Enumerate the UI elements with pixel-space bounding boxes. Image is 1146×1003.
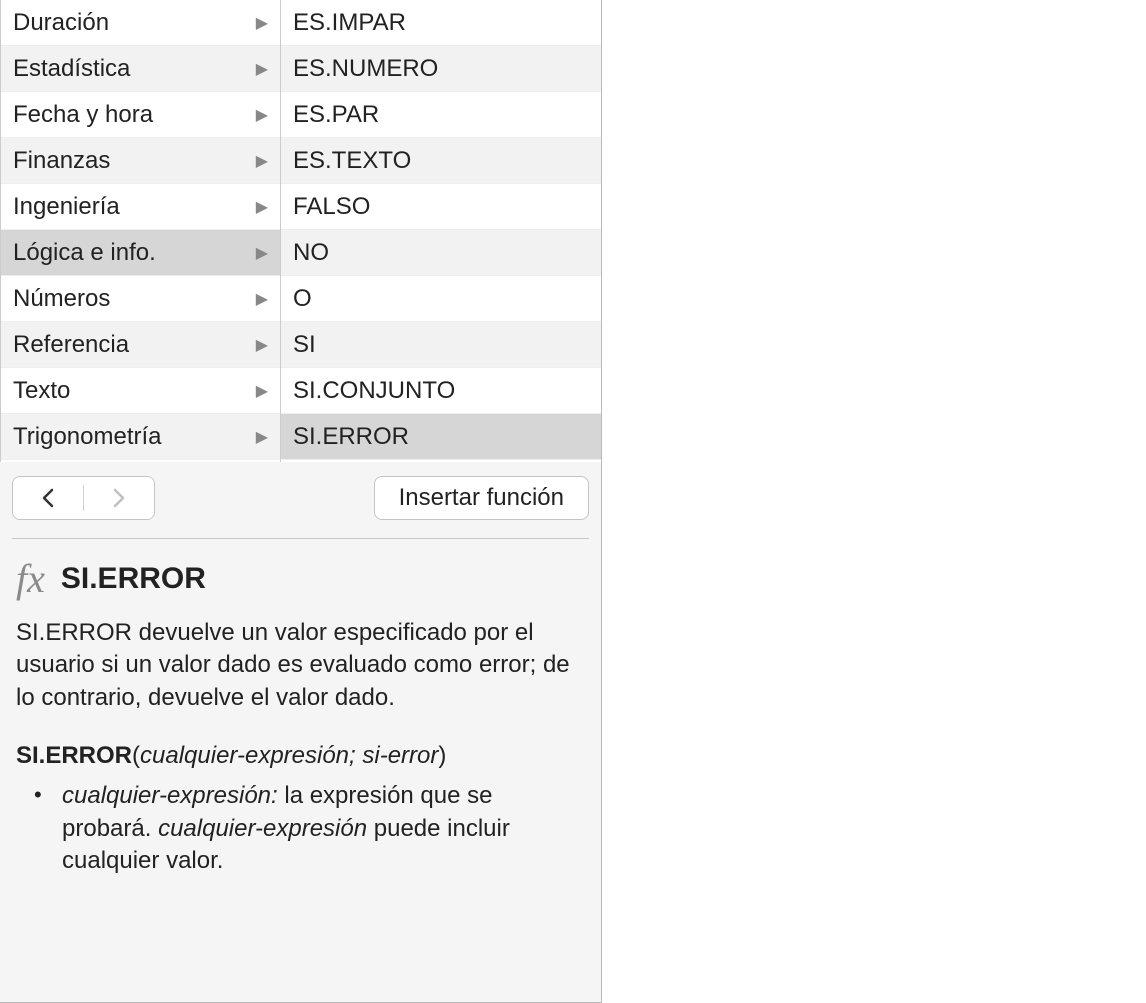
function-syntax: SI.ERROR(cualquier-expresión; si-error) xyxy=(16,742,585,770)
nav-back-button[interactable] xyxy=(13,477,83,519)
category-item-fecha[interactable]: Fecha y hora ▶ xyxy=(1,92,280,138)
chevron-right-icon: ▶ xyxy=(256,105,268,125)
category-item-duracion[interactable]: Duración ▶ xyxy=(1,0,280,46)
param-name: cualquier-expresión: xyxy=(62,782,278,809)
function-label: ES.IMPAR xyxy=(293,9,589,37)
category-item-logica[interactable]: Lógica e info. ▶ xyxy=(1,230,280,276)
category-item-trigonometria[interactable]: Trigonometría ▶ xyxy=(1,414,280,460)
help-pane: fx SI.ERROR SI.ERROR devuelve un valor e… xyxy=(0,539,601,1002)
category-label: Finanzas xyxy=(13,147,252,175)
insert-function-label: Insertar función xyxy=(399,484,564,512)
chevron-right-icon: ▶ xyxy=(256,243,268,263)
category-label: Duración xyxy=(13,9,252,37)
function-label: FALSO xyxy=(293,193,589,221)
function-item-falso[interactable]: FALSO xyxy=(281,184,601,230)
chevron-right-icon: ▶ xyxy=(256,151,268,171)
function-item-no[interactable]: NO xyxy=(281,230,601,276)
category-label: Ingeniería xyxy=(13,193,252,221)
lists-container: Duración ▶ Estadística ▶ Fecha y hora ▶ … xyxy=(0,0,601,462)
param-emph: cualquier-expresión xyxy=(158,815,367,842)
function-title: SI.ERROR xyxy=(61,562,206,596)
category-item-finanzas[interactable]: Finanzas ▶ xyxy=(1,138,280,184)
category-label: Lógica e info. xyxy=(13,239,252,267)
function-item-si[interactable]: SI xyxy=(281,322,601,368)
category-item-numeros[interactable]: Números ▶ xyxy=(1,276,280,322)
category-item-ingenieria[interactable]: Ingeniería ▶ xyxy=(1,184,280,230)
nav-forward-button[interactable] xyxy=(84,477,154,519)
fx-icon: fx xyxy=(16,559,45,599)
category-label: Texto xyxy=(13,377,252,405)
category-label: Números xyxy=(13,285,252,313)
category-label: Estadística xyxy=(13,55,252,83)
function-label: SI xyxy=(293,331,589,359)
chevron-right-icon: ▶ xyxy=(256,13,268,33)
nav-segmented-control xyxy=(12,476,155,520)
category-item-referencia[interactable]: Referencia ▶ xyxy=(1,322,280,368)
function-label: ES.PAR xyxy=(293,101,589,129)
function-label: O xyxy=(293,285,589,313)
param-list: cualquier-expresión: la expresión que se… xyxy=(16,780,585,877)
function-item-si-conjunto[interactable]: SI.CONJUNTO xyxy=(281,368,601,414)
syntax-name: SI.ERROR xyxy=(16,742,132,769)
category-label: Trigonometría xyxy=(13,423,252,451)
function-description: SI.ERROR devuelve un valor especificado … xyxy=(16,617,585,714)
controls-row: Insertar función xyxy=(0,462,601,534)
category-item-estadistica[interactable]: Estadística ▶ xyxy=(1,46,280,92)
function-label: ES.TEXTO xyxy=(293,147,589,175)
syntax-arg2: si-error xyxy=(362,742,438,769)
function-label: SI.ERROR xyxy=(293,423,589,451)
function-browser-panel: Duración ▶ Estadística ▶ Fecha y hora ▶ … xyxy=(0,0,602,1003)
insert-function-button[interactable]: Insertar función xyxy=(374,476,589,520)
function-item-si-error[interactable]: SI.ERROR xyxy=(281,414,601,460)
chevron-right-icon: ▶ xyxy=(256,289,268,309)
function-label: SI.CONJUNTO xyxy=(293,377,589,405)
help-header: fx SI.ERROR xyxy=(16,559,585,599)
chevron-right-icon: ▶ xyxy=(256,427,268,447)
category-item-texto[interactable]: Texto ▶ xyxy=(1,368,280,414)
function-item-es-numero[interactable]: ES.NUMERO xyxy=(281,46,601,92)
category-label: Referencia xyxy=(13,331,252,359)
chevron-left-icon xyxy=(41,488,55,508)
chevron-right-icon xyxy=(112,488,126,508)
function-item-o[interactable]: O xyxy=(281,276,601,322)
syntax-arg1: cualquier-expresión xyxy=(140,742,349,769)
function-item-es-texto[interactable]: ES.TEXTO xyxy=(281,138,601,184)
category-label: Fecha y hora xyxy=(13,101,252,129)
chevron-right-icon: ▶ xyxy=(256,197,268,217)
function-label: ES.NUMERO xyxy=(293,55,589,83)
chevron-right-icon: ▶ xyxy=(256,381,268,401)
function-item-es-par[interactable]: ES.PAR xyxy=(281,92,601,138)
function-item-es-impar[interactable]: ES.IMPAR xyxy=(281,0,601,46)
chevron-right-icon: ▶ xyxy=(256,335,268,355)
param-item: cualquier-expresión: la expresión que se… xyxy=(44,780,585,877)
chevron-right-icon: ▶ xyxy=(256,59,268,79)
category-list: Duración ▶ Estadística ▶ Fecha y hora ▶ … xyxy=(1,0,281,462)
function-label: NO xyxy=(293,239,589,267)
syntax-sep: ; xyxy=(349,742,362,769)
function-list: ES.IMPAR ES.NUMERO ES.PAR ES.TEXTO FALSO… xyxy=(281,0,601,462)
